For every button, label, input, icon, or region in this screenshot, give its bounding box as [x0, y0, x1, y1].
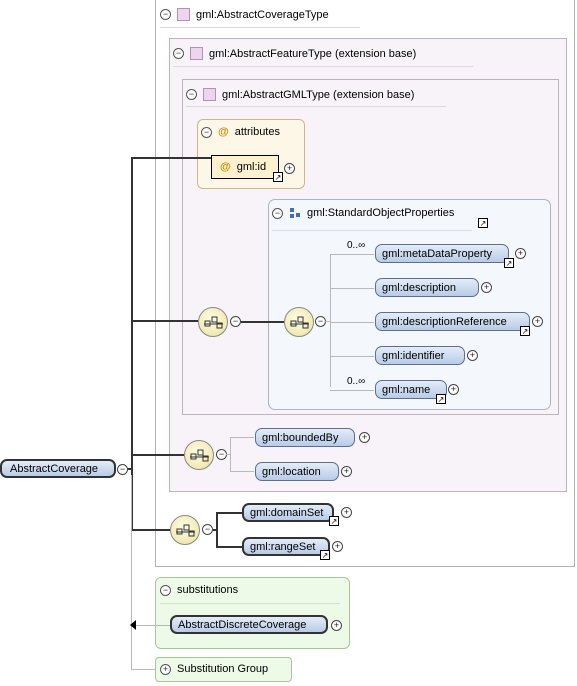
element-label: gml:descriptionReference [382, 315, 507, 328]
expand-icon[interactable]: + [359, 432, 370, 443]
occurrence-label: 0..∞ [347, 240, 366, 251]
abstract-gml-type-header: − gml:AbstractGMLType (extension base) [186, 88, 414, 101]
group-icon [290, 208, 300, 218]
element-rangeset[interactable]: gml:rangeSet [242, 537, 330, 556]
expand-icon[interactable]: + [331, 620, 342, 631]
collapse-icon[interactable]: − [202, 524, 213, 535]
reference-arrow-icon[interactable]: ↗ [436, 394, 446, 404]
collapse-icon[interactable]: − [117, 464, 128, 475]
sequence-compositor-icon [170, 515, 200, 545]
substitutions-header: − substitutions [160, 584, 238, 596]
abstract-feature-type-label: gml:AbstractFeatureType (extension base) [209, 47, 417, 60]
element-label: gml:description [382, 281, 456, 294]
element-descriptionreference[interactable]: gml:descriptionReference [375, 312, 530, 331]
attribute-icon: @ [220, 161, 231, 173]
collapse-icon[interactable]: − [173, 48, 184, 59]
substitutions-label: substitutions [177, 584, 239, 596]
gml-id-label: gml:id [236, 161, 267, 173]
reference-arrow-icon[interactable]: ↗ [478, 218, 488, 228]
complex-type-icon [177, 8, 190, 21]
element-label: gml:metaDataProperty [382, 247, 493, 260]
expand-icon[interactable]: + [341, 507, 352, 518]
arrowhead-icon [130, 620, 136, 630]
expand-icon[interactable]: + [532, 316, 543, 327]
expand-icon[interactable]: + [160, 663, 171, 675]
substitution-group-header: + Substitution Group [160, 663, 268, 675]
element-label: gml:boundedBy [262, 431, 339, 444]
element-label: gml:rangeSet [250, 540, 316, 553]
expand-icon[interactable]: + [515, 248, 526, 259]
reference-arrow-icon[interactable]: ↗ [520, 326, 530, 336]
reference-arrow-icon[interactable]: ↗ [273, 172, 283, 182]
complex-type-icon [190, 47, 203, 60]
reference-arrow-icon[interactable]: ↗ [504, 258, 514, 268]
sequence-compositor-icon [184, 440, 214, 470]
sequence-compositor-icon [284, 307, 314, 337]
attributes-label: attributes [234, 126, 280, 138]
element-label: gml:identifier [382, 349, 445, 362]
collapse-icon[interactable]: − [160, 9, 171, 20]
expand-icon[interactable]: + [332, 541, 343, 552]
element-label: gml:domainSet [250, 506, 324, 519]
gml-id-attribute[interactable]: @ gml:id [211, 155, 279, 179]
element-abstractdiscretecoverage[interactable]: AbstractDiscreteCoverage [170, 615, 328, 634]
collapse-icon[interactable]: − [160, 584, 171, 596]
element-label: gml:name [382, 383, 431, 396]
expand-icon[interactable]: + [467, 350, 478, 361]
collapse-icon[interactable]: − [272, 207, 283, 219]
element-label: AbstractDiscreteCoverage [178, 618, 307, 631]
substitution-group-label: Substitution Group [177, 663, 269, 675]
sequence-compositor-icon [198, 307, 228, 337]
element-boundedby[interactable]: gml:boundedBy [255, 428, 355, 447]
element-identifier[interactable]: gml:identifier [375, 346, 465, 365]
expand-icon[interactable]: + [448, 384, 459, 395]
abstract-coverage-type-header: − gml:AbstractCoverageType [160, 8, 329, 21]
expand-icon[interactable]: + [481, 282, 492, 293]
collapse-icon[interactable]: − [201, 126, 212, 138]
attribute-icon: @ [218, 126, 229, 138]
abstract-coverage-type-label: gml:AbstractCoverageType [196, 8, 329, 21]
attributes-header: − @ attributes [201, 126, 280, 138]
collapse-icon[interactable]: − [186, 89, 197, 100]
expand-icon[interactable]: + [341, 466, 352, 477]
standard-object-properties-header: − gml:StandardObjectProperties [272, 207, 454, 219]
root-element-abstractcoverage[interactable]: AbstractCoverage [0, 459, 116, 478]
abstract-gml-type-label: gml:AbstractGMLType (extension base) [222, 88, 415, 101]
collapse-icon[interactable]: − [230, 316, 241, 327]
abstract-feature-type-header: − gml:AbstractFeatureType (extension bas… [173, 47, 416, 60]
reference-arrow-icon[interactable]: ↗ [320, 550, 330, 560]
element-description[interactable]: gml:description [375, 278, 479, 297]
element-label: gml:location [262, 465, 321, 478]
occurrence-label: 0..∞ [347, 376, 366, 387]
standard-object-properties-label: gml:StandardObjectProperties [307, 207, 455, 219]
expand-icon[interactable]: + [284, 163, 295, 174]
element-label: AbstractCoverage [10, 462, 99, 475]
element-location[interactable]: gml:location [255, 462, 339, 481]
complex-type-icon [203, 88, 216, 101]
reference-arrow-icon[interactable]: ↗ [329, 516, 339, 526]
element-metadataproperty[interactable]: gml:metaDataProperty [375, 244, 509, 263]
element-domainset[interactable]: gml:domainSet [242, 503, 334, 522]
